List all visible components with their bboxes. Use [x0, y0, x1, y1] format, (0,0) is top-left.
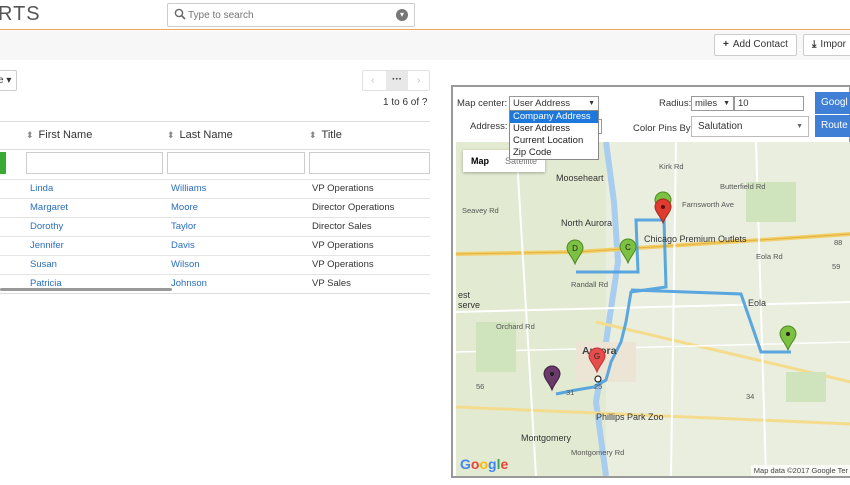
sort-icon: ⬍ [26, 130, 34, 140]
option-zip-code[interactable]: Zip Code [510, 147, 598, 159]
route-button[interactable]: Route [815, 115, 850, 137]
map-pin-purple[interactable] [543, 365, 561, 392]
pin-label-d: D [572, 244, 578, 253]
cell-first-name[interactable]: Jennifer [30, 237, 64, 255]
map-pins-layer: D C G [543, 191, 797, 392]
col-header-first-name[interactable]: ⬍ First Name [26, 121, 92, 149]
cell-title: VP Operations [312, 240, 374, 251]
sort-icon: ⬍ [167, 130, 175, 140]
table-row[interactable]: Dorothy Taylor Director Sales [0, 217, 430, 236]
map-pin-green-east[interactable] [779, 325, 797, 352]
cell-last-name[interactable]: Wilson [171, 256, 200, 274]
map-center-options: Company Address User Address Current Loc… [509, 110, 599, 160]
table-row[interactable]: Jennifer Davis VP Operations [0, 236, 430, 255]
import-label: Impor [820, 39, 846, 50]
table-row[interactable]: Susan Wilson VP Operations [0, 255, 430, 274]
map-center-label: Map center: [457, 98, 508, 109]
color-pins-select[interactable]: Salutation ▼ [691, 116, 809, 137]
search-dropdown-icon[interactable]: ▾ [396, 9, 408, 21]
route-waypoint [594, 375, 602, 383]
filter-apply-button[interactable] [0, 152, 6, 174]
grid-horizontal-scrollbar[interactable] [0, 288, 172, 291]
map-type-map[interactable]: Map [463, 150, 497, 172]
col-header-last-name[interactable]: ⬍ Last Name [167, 121, 233, 149]
cell-title: VP Operations [312, 259, 374, 270]
pager: ‹ ··· › [362, 70, 430, 91]
address-label: Address: [470, 121, 508, 132]
add-contact-button[interactable]: + Add Contact [714, 34, 797, 56]
google-button[interactable]: Googl [815, 92, 850, 114]
cell-last-name[interactable]: Taylor [171, 218, 196, 236]
cell-last-name[interactable]: Williams [171, 180, 206, 198]
cell-title: VP Sales [312, 278, 351, 289]
radius-unit-select[interactable]: miles ▼ [691, 96, 734, 111]
page-info: 1 to 6 of ? [383, 97, 428, 108]
map-canvas[interactable]: Map Satellite Mooseheart North Aurora Chi… [456, 142, 850, 476]
map-attribution[interactable]: Map data ©2017 Google Ter [750, 465, 850, 476]
option-current-location[interactable]: Current Location [510, 135, 598, 147]
view-select[interactable]: e ▾ [0, 70, 17, 91]
cell-last-name[interactable]: Moore [171, 199, 198, 217]
map-pin-red[interactable] [654, 198, 672, 225]
filter-last-name[interactable] [167, 152, 305, 174]
chevron-down-icon: ▼ [796, 123, 803, 130]
table-row[interactable]: Linda Williams VP Operations [0, 179, 430, 198]
cell-first-name[interactable]: Susan [30, 256, 57, 274]
radius-input[interactable]: 10 [734, 96, 804, 111]
sort-icon: ⬍ [309, 130, 317, 140]
global-search[interactable]: ▾ [167, 3, 415, 27]
grid-header-border [0, 149, 430, 150]
option-user-address[interactable]: User Address [510, 123, 598, 135]
cell-title: Director Operations [312, 202, 395, 213]
search-input[interactable] [188, 7, 388, 23]
pager-more[interactable]: ··· [386, 71, 408, 90]
map-pin-g[interactable]: G [588, 347, 606, 374]
pager-next[interactable]: › [417, 75, 420, 86]
add-contact-label: Add Contact [732, 39, 788, 50]
radius-label: Radius: [659, 98, 692, 109]
map-pin-c[interactable]: C [619, 238, 637, 265]
top-bar: RTS ▾ [0, 0, 850, 30]
table-row[interactable]: Margaret Moore Director Operations [0, 198, 430, 217]
map-pin-d[interactable]: D [566, 239, 584, 266]
cell-first-name[interactable]: Margaret [30, 199, 68, 217]
pin-label-g: G [594, 352, 600, 361]
pager-prev[interactable]: ‹ [371, 75, 374, 86]
map-center-select[interactable]: User Address ▼ [509, 96, 599, 111]
cell-last-name[interactable]: Davis [171, 237, 195, 255]
cell-first-name[interactable]: Dorothy [30, 218, 63, 236]
color-pins-label: Color Pins By: [633, 123, 694, 134]
action-bar: + Add Contact ⤓ Impor [0, 31, 850, 60]
option-company-address[interactable]: Company Address [510, 111, 598, 123]
cell-first-name[interactable]: Linda [30, 180, 53, 198]
col-header-title[interactable]: ⬍ Title [309, 121, 342, 149]
map-panel: Map center: User Address ▼ Company Addres… [451, 85, 850, 478]
search-icon [174, 8, 186, 20]
pin-label-c: C [625, 243, 631, 252]
grid-bottom-border [0, 293, 430, 294]
filter-first-name[interactable] [26, 152, 163, 174]
chevron-down-icon: ▼ [723, 100, 730, 107]
download-icon: ⤓ [812, 39, 817, 50]
import-button[interactable]: ⤓ Impor [803, 34, 850, 56]
cell-title: VP Operations [312, 183, 374, 194]
filter-title[interactable] [309, 152, 430, 174]
chevron-down-icon: ▼ [588, 100, 595, 107]
google-logo: Google [460, 456, 509, 472]
cell-title: Director Sales [312, 221, 372, 232]
app-logo[interactable]: RTS [0, 3, 41, 26]
cell-last-name[interactable]: Johnson [171, 275, 207, 293]
plus-icon: + [723, 39, 729, 50]
